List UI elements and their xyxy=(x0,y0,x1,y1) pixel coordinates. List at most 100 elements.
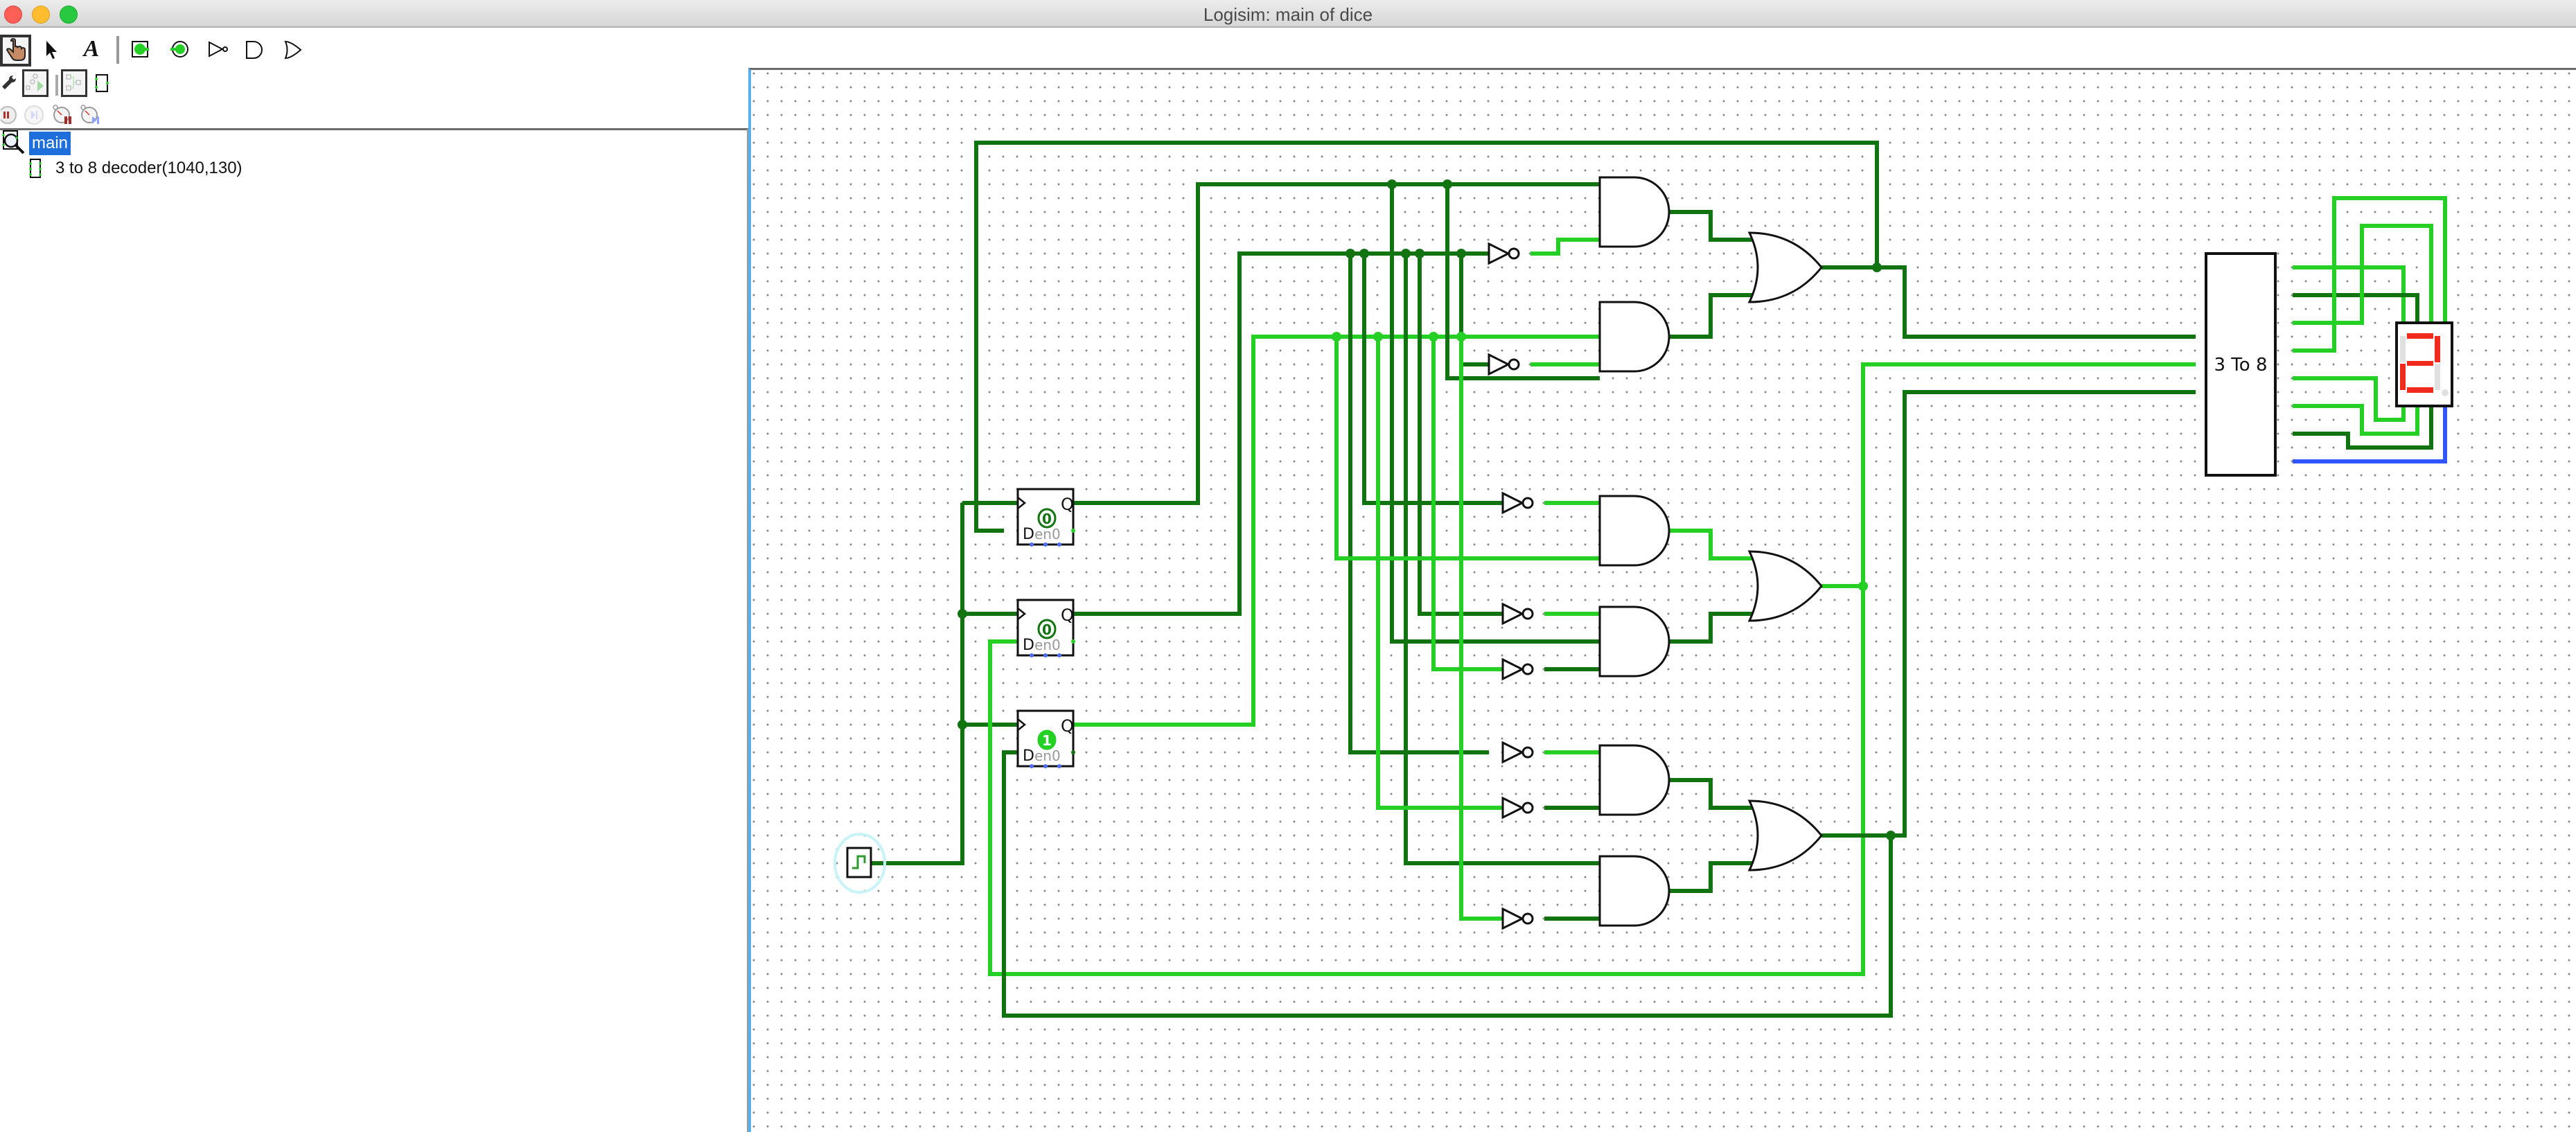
tree-item-main-label[interactable]: main xyxy=(29,132,71,155)
tick-step-button[interactable] xyxy=(79,103,103,127)
and-gate-icon xyxy=(246,41,263,59)
segment-c xyxy=(2435,364,2440,390)
wire xyxy=(1821,390,2196,838)
wire xyxy=(988,586,1865,976)
segment-dp xyxy=(2442,389,2449,396)
circuit-layout-button[interactable] xyxy=(61,69,87,97)
wire xyxy=(1459,254,1489,366)
state-value: 1 xyxy=(1042,732,1052,749)
d-flip-flop-2[interactable]: 0Q D en0 xyxy=(1016,599,1075,657)
simulation-tree-button[interactable] xyxy=(22,69,48,97)
text-tool-button[interactable]: A xyxy=(79,35,104,64)
circuit-canvas[interactable]: 0 Q Den0 0 Q Den0 1 Q Den0 3 To 8 xyxy=(748,68,2576,1132)
wire xyxy=(1376,337,1503,810)
wire-junction xyxy=(1858,581,1868,591)
edit-tool-button[interactable] xyxy=(40,36,64,64)
toolbar-separator xyxy=(116,36,119,64)
unconnected-pin xyxy=(1043,653,1048,657)
wire-junction xyxy=(1415,249,1424,258)
q-not-pin xyxy=(1071,639,1075,644)
segment-f xyxy=(2400,336,2406,362)
not-gate-triangle xyxy=(1488,242,1511,265)
not-gate xyxy=(1488,242,1520,265)
input-pin-tool-button[interactable] xyxy=(129,36,152,64)
toolbar-separator xyxy=(55,75,58,96)
enable-label: en0 xyxy=(1034,748,1061,764)
or-gate xyxy=(1747,231,1823,303)
unconnected-pin xyxy=(1043,764,1048,768)
wire xyxy=(1669,861,1752,893)
wire-junction xyxy=(1872,263,1882,272)
tree-item-main[interactable]: main xyxy=(1,130,71,155)
and-gate xyxy=(1598,495,1670,567)
components: 0QD en0 0QD en0 1QD en0 3 To 8 xyxy=(833,176,2453,930)
tree-item-decoder[interactable]: 3 to 8 decoder(1040,130) xyxy=(28,157,242,180)
wire xyxy=(1669,612,1752,644)
wire-junction xyxy=(1401,249,1411,258)
simulation-tree-icon xyxy=(26,73,44,91)
clock-step-icon xyxy=(80,105,99,124)
project-toolbar-button[interactable] xyxy=(0,71,18,96)
segment-b xyxy=(2435,336,2440,362)
wire xyxy=(1669,778,1752,810)
and-gate-tool-button[interactable] xyxy=(242,36,266,64)
wire xyxy=(1445,184,1600,380)
or-gate xyxy=(1747,550,1823,622)
not-gate-bubble xyxy=(1521,802,1534,814)
and-gate xyxy=(1598,301,1670,373)
wire-junction xyxy=(1456,249,1466,258)
not-gate xyxy=(1501,657,1534,681)
segment-e xyxy=(2400,364,2406,390)
segment-g xyxy=(2407,361,2433,366)
not-gate-icon xyxy=(209,41,228,58)
q-label: Q xyxy=(1061,605,1074,625)
not-gate-tool-button[interactable] xyxy=(206,36,230,64)
unconnected-pin xyxy=(1057,542,1061,547)
step-icon xyxy=(24,105,44,125)
tree-item-decoder-label[interactable]: 3 to 8 decoder(1040,130) xyxy=(55,159,242,178)
simulation-step-button[interactable] xyxy=(24,104,44,126)
subcircuit-appearance-button[interactable] xyxy=(93,71,111,96)
and-gate xyxy=(1598,605,1670,678)
hand-icon xyxy=(6,38,26,61)
tick-pause-button[interactable] xyxy=(51,103,75,127)
simulation-pause-button[interactable] xyxy=(0,104,18,126)
or-gate-tool-button[interactable] xyxy=(281,36,305,64)
toolbar: A xyxy=(0,28,748,129)
d-flip-flop-1[interactable]: 0Q D en0 xyxy=(1016,488,1075,547)
not-gate-bubble xyxy=(1521,746,1534,759)
unconnected-pin xyxy=(1057,764,1061,768)
segment-a xyxy=(2407,333,2433,339)
output-pin-tool-button[interactable] xyxy=(168,36,191,64)
wire xyxy=(1459,337,1503,921)
arrow-cursor-icon xyxy=(46,41,57,59)
toolbar-divider xyxy=(0,128,748,130)
wire-junction xyxy=(1359,249,1369,258)
not-gate-bubble xyxy=(1521,608,1534,620)
pause-icon xyxy=(1,106,17,124)
wire xyxy=(852,503,964,865)
not-gate xyxy=(1488,353,1520,376)
and-gate xyxy=(1598,744,1670,816)
wire-junction xyxy=(1443,179,1452,189)
not-gate-bubble xyxy=(1521,912,1534,925)
or-gate xyxy=(1747,799,1823,872)
subcircuit-icon xyxy=(29,159,42,178)
state-value: 0 xyxy=(1042,511,1052,527)
wire xyxy=(1821,362,2196,588)
poke-tool-button[interactable] xyxy=(0,35,31,67)
not-gate-triangle xyxy=(1501,602,1525,626)
wire-junction xyxy=(1456,332,1466,342)
wire-junction xyxy=(1886,831,1896,840)
not-gate xyxy=(1501,741,1534,764)
not-gate-triangle xyxy=(1501,907,1525,930)
d-flip-flop-3[interactable]: 1Q D en0 xyxy=(1016,709,1075,768)
clock-body xyxy=(846,847,872,878)
wire-junction xyxy=(1429,332,1438,342)
wire-junction xyxy=(1373,332,1383,342)
unconnected-pin xyxy=(1030,653,1034,657)
not-gate-triangle xyxy=(1501,741,1525,764)
not-gate-triangle xyxy=(1501,796,1525,820)
decoder-3-to-8[interactable]: 3 To 8 xyxy=(2205,252,2277,477)
wire xyxy=(2293,376,2406,422)
